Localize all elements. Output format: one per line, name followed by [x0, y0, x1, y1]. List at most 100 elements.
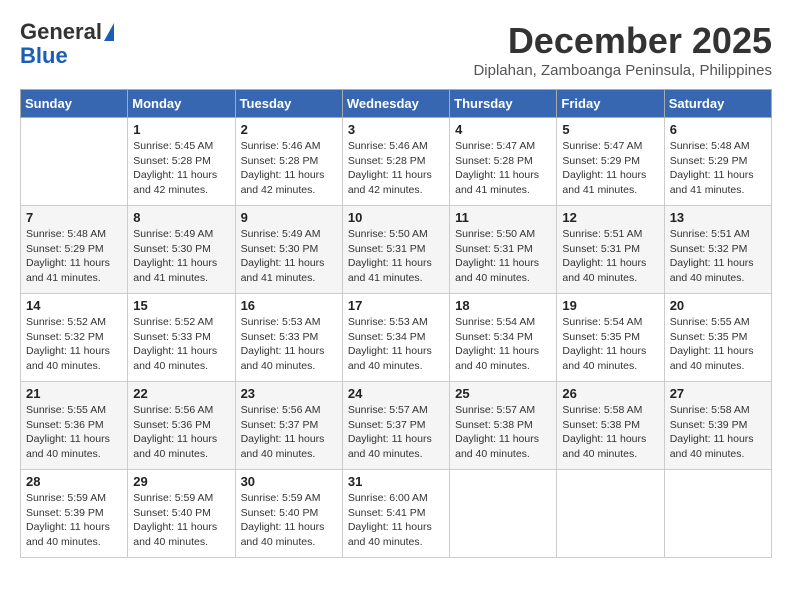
- day-info: Sunrise: 5:58 AMSunset: 5:39 PMDaylight:…: [670, 403, 766, 462]
- day-number: 15: [133, 298, 229, 313]
- day-info: Sunrise: 5:49 AMSunset: 5:30 PMDaylight:…: [241, 227, 337, 286]
- calendar-cell: 11 Sunrise: 5:50 AMSunset: 5:31 PMDayligh…: [450, 206, 557, 294]
- day-info: Sunrise: 5:51 AMSunset: 5:31 PMDaylight:…: [562, 227, 658, 286]
- calendar-cell: 23 Sunrise: 5:56 AMSunset: 5:37 PMDayligh…: [235, 382, 342, 470]
- calendar-cell: 5 Sunrise: 5:47 AMSunset: 5:29 PMDaylight…: [557, 118, 664, 206]
- day-info: Sunrise: 5:54 AMSunset: 5:34 PMDaylight:…: [455, 315, 551, 374]
- calendar-cell: 20 Sunrise: 5:55 AMSunset: 5:35 PMDayligh…: [664, 294, 771, 382]
- day-info: Sunrise: 5:52 AMSunset: 5:32 PMDaylight:…: [26, 315, 122, 374]
- calendar-cell: 15 Sunrise: 5:52 AMSunset: 5:33 PMDayligh…: [128, 294, 235, 382]
- day-info: Sunrise: 5:52 AMSunset: 5:33 PMDaylight:…: [133, 315, 229, 374]
- calendar-week-row: 28Sunrise: 5:59 AMSunset: 5:39 PMDayligh…: [21, 470, 772, 558]
- day-info: Sunrise: 5:59 AMSunset: 5:39 PMDaylight:…: [26, 491, 122, 550]
- calendar-cell: 16 Sunrise: 5:53 AMSunset: 5:33 PMDayligh…: [235, 294, 342, 382]
- day-info: Sunrise: 5:50 AMSunset: 5:31 PMDaylight:…: [455, 227, 551, 286]
- calendar-cell: 14 Sunrise: 5:52 AMSunset: 5:32 PMDayligh…: [21, 294, 128, 382]
- day-number: 31: [348, 474, 444, 489]
- calendar-cell: 30Sunrise: 5:59 AMSunset: 5:40 PMDayligh…: [235, 470, 342, 558]
- calendar-cell: 9Sunrise: 5:49 AMSunset: 5:30 PMDaylight…: [235, 206, 342, 294]
- day-info: Sunrise: 5:46 AMSunset: 5:28 PMDaylight:…: [348, 139, 444, 198]
- day-number: 23: [241, 386, 337, 401]
- day-number: 20: [670, 298, 766, 313]
- col-monday: Monday: [128, 90, 235, 118]
- col-tuesday: Tuesday: [235, 90, 342, 118]
- day-number: 11: [455, 210, 551, 225]
- logo-triangle-icon: [104, 23, 114, 41]
- day-number: 21: [26, 386, 122, 401]
- day-info: Sunrise: 5:53 AMSunset: 5:33 PMDaylight:…: [241, 315, 337, 374]
- day-info: Sunrise: 5:53 AMSunset: 5:34 PMDaylight:…: [348, 315, 444, 374]
- day-info: Sunrise: 5:49 AMSunset: 5:30 PMDaylight:…: [133, 227, 229, 286]
- logo-text-general: General: [20, 20, 102, 44]
- day-number: 6: [670, 122, 766, 137]
- day-info: Sunrise: 5:55 AMSunset: 5:35 PMDaylight:…: [670, 315, 766, 374]
- calendar-cell: 2 Sunrise: 5:46 AMSunset: 5:28 PMDaylight…: [235, 118, 342, 206]
- day-info: Sunrise: 5:58 AMSunset: 5:38 PMDaylight:…: [562, 403, 658, 462]
- calendar-cell: 27 Sunrise: 5:58 AMSunset: 5:39 PMDayligh…: [664, 382, 771, 470]
- calendar-cell: [557, 470, 664, 558]
- calendar-header-row: Sunday Monday Tuesday Wednesday Thursday…: [21, 90, 772, 118]
- day-number: 5: [562, 122, 658, 137]
- day-number: 4: [455, 122, 551, 137]
- day-number: 29: [133, 474, 229, 489]
- calendar-cell: 12 Sunrise: 5:51 AMSunset: 5:31 PMDayligh…: [557, 206, 664, 294]
- calendar-cell: 28Sunrise: 5:59 AMSunset: 5:39 PMDayligh…: [21, 470, 128, 558]
- day-info: Sunrise: 5:45 AMSunset: 5:28 PMDaylight:…: [133, 139, 229, 198]
- day-number: 17: [348, 298, 444, 313]
- day-number: 27: [670, 386, 766, 401]
- day-info: Sunrise: 5:59 AMSunset: 5:40 PMDaylight:…: [133, 491, 229, 550]
- day-number: 7: [26, 210, 122, 225]
- day-info: Sunrise: 5:57 AMSunset: 5:37 PMDaylight:…: [348, 403, 444, 462]
- day-number: 12: [562, 210, 658, 225]
- col-wednesday: Wednesday: [342, 90, 449, 118]
- day-number: 19: [562, 298, 658, 313]
- calendar-cell: 8Sunrise: 5:49 AMSunset: 5:30 PMDaylight…: [128, 206, 235, 294]
- col-friday: Friday: [557, 90, 664, 118]
- day-number: 30: [241, 474, 337, 489]
- calendar-cell: 6 Sunrise: 5:48 AMSunset: 5:29 PMDaylight…: [664, 118, 771, 206]
- day-info: Sunrise: 5:47 AMSunset: 5:28 PMDaylight:…: [455, 139, 551, 198]
- calendar-cell: [664, 470, 771, 558]
- day-number: 10: [348, 210, 444, 225]
- calendar-cell: 26 Sunrise: 5:58 AMSunset: 5:38 PMDayligh…: [557, 382, 664, 470]
- logo-text-blue: Blue: [20, 44, 68, 68]
- title-area: December 2025 Diplahan, Zamboanga Penins…: [473, 20, 772, 79]
- day-number: 1: [133, 122, 229, 137]
- day-number: 25: [455, 386, 551, 401]
- calendar-cell: 13Sunrise: 5:51 AMSunset: 5:32 PMDayligh…: [664, 206, 771, 294]
- calendar-cell: 4 Sunrise: 5:47 AMSunset: 5:28 PMDaylight…: [450, 118, 557, 206]
- logo: General Blue: [20, 20, 114, 68]
- calendar-cell: 21 Sunrise: 5:55 AMSunset: 5:36 PMDayligh…: [21, 382, 128, 470]
- day-number: 24: [348, 386, 444, 401]
- day-info: Sunrise: 5:56 AMSunset: 5:37 PMDaylight:…: [241, 403, 337, 462]
- calendar-cell: 7Sunrise: 5:48 AMSunset: 5:29 PMDaylight…: [21, 206, 128, 294]
- day-number: 3: [348, 122, 444, 137]
- calendar-week-row: 7Sunrise: 5:48 AMSunset: 5:29 PMDaylight…: [21, 206, 772, 294]
- day-number: 22: [133, 386, 229, 401]
- calendar-cell: 3 Sunrise: 5:46 AMSunset: 5:28 PMDaylight…: [342, 118, 449, 206]
- col-thursday: Thursday: [450, 90, 557, 118]
- day-number: 26: [562, 386, 658, 401]
- day-number: 14: [26, 298, 122, 313]
- calendar-cell: 31Sunrise: 6:00 AMSunset: 5:41 PMDayligh…: [342, 470, 449, 558]
- day-info: Sunrise: 5:55 AMSunset: 5:36 PMDaylight:…: [26, 403, 122, 462]
- day-info: Sunrise: 5:57 AMSunset: 5:38 PMDaylight:…: [455, 403, 551, 462]
- day-info: Sunrise: 5:47 AMSunset: 5:29 PMDaylight:…: [562, 139, 658, 198]
- page-header: General Blue December 2025 Diplahan, Zam…: [20, 20, 772, 79]
- day-info: Sunrise: 5:46 AMSunset: 5:28 PMDaylight:…: [241, 139, 337, 198]
- calendar-cell: 24 Sunrise: 5:57 AMSunset: 5:37 PMDayligh…: [342, 382, 449, 470]
- day-number: 16: [241, 298, 337, 313]
- calendar-cell: 25 Sunrise: 5:57 AMSunset: 5:38 PMDayligh…: [450, 382, 557, 470]
- calendar-cell: 22 Sunrise: 5:56 AMSunset: 5:36 PMDayligh…: [128, 382, 235, 470]
- calendar-cell: 17 Sunrise: 5:53 AMSunset: 5:34 PMDayligh…: [342, 294, 449, 382]
- calendar-cell: 19Sunrise: 5:54 AMSunset: 5:35 PMDayligh…: [557, 294, 664, 382]
- calendar-week-row: 21 Sunrise: 5:55 AMSunset: 5:36 PMDayligh…: [21, 382, 772, 470]
- day-info: Sunrise: 5:56 AMSunset: 5:36 PMDaylight:…: [133, 403, 229, 462]
- col-saturday: Saturday: [664, 90, 771, 118]
- day-number: 2: [241, 122, 337, 137]
- calendar-cell: [450, 470, 557, 558]
- calendar-week-row: 1 Sunrise: 5:45 AMSunset: 5:28 PMDaylight…: [21, 118, 772, 206]
- day-info: Sunrise: 5:48 AMSunset: 5:29 PMDaylight:…: [670, 139, 766, 198]
- calendar-cell: [21, 118, 128, 206]
- month-title: December 2025: [473, 20, 772, 62]
